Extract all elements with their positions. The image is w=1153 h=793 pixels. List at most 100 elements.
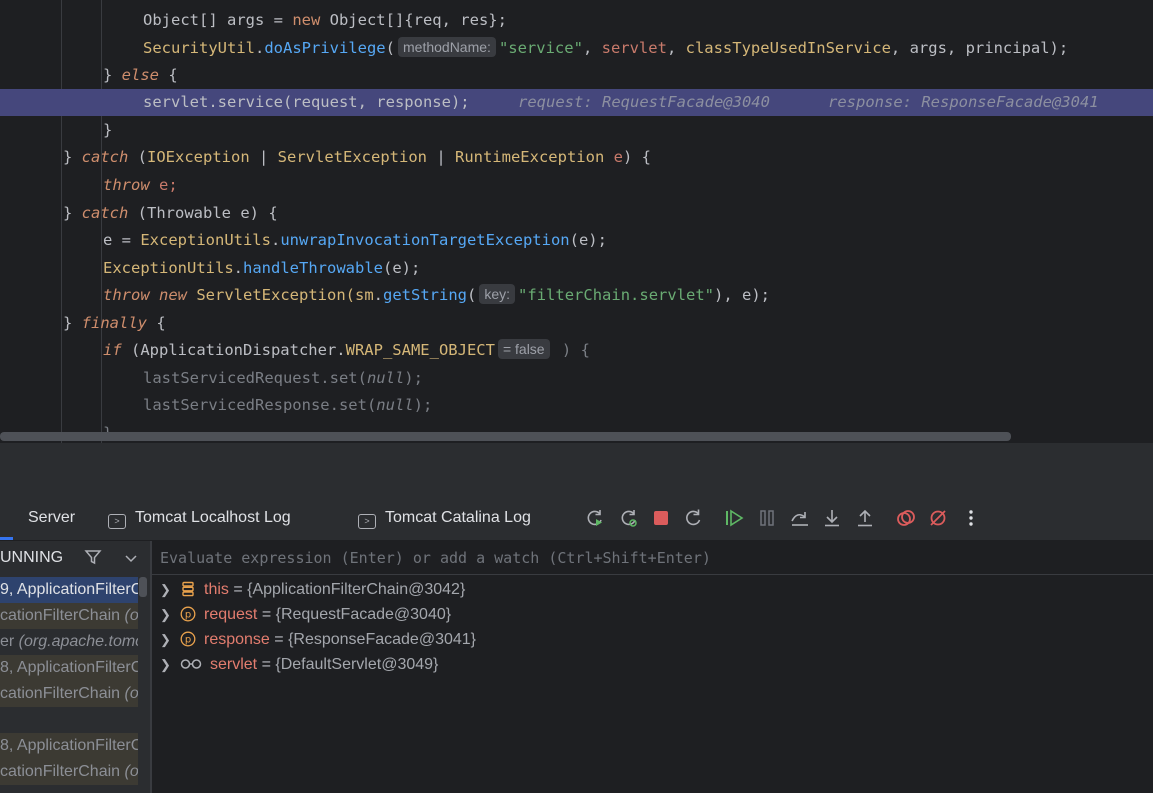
rerun-debug-icon[interactable] bbox=[617, 506, 641, 530]
more-icon[interactable] bbox=[959, 506, 983, 530]
chevron-down-icon[interactable] bbox=[124, 549, 138, 572]
code-text: { bbox=[147, 314, 166, 332]
code-keyword: new bbox=[159, 286, 188, 304]
code-class: SecurityUtil bbox=[143, 39, 255, 57]
filter-icon[interactable] bbox=[84, 548, 102, 571]
code-text: . bbox=[254, 39, 265, 57]
code-text: | bbox=[249, 148, 278, 166]
code-line[interactable]: } catch (IOException | ServletException … bbox=[0, 144, 1153, 171]
thread-selector[interactable]: UNNING bbox=[0, 541, 150, 575]
tab-label: Server bbox=[28, 509, 76, 526]
code-text: } bbox=[103, 121, 113, 139]
code-type: RuntimeException bbox=[454, 148, 605, 166]
code-editor[interactable]: Object[] args = new Object[]{req, res}; … bbox=[0, 0, 1153, 443]
rerun-icon[interactable] bbox=[583, 506, 607, 530]
code-text: ( bbox=[385, 39, 395, 57]
code-line[interactable]: SecurityUtil.doAsPrivilege(methodName: "s… bbox=[0, 35, 1153, 62]
frames-scrollbar[interactable] bbox=[139, 577, 147, 597]
stop-icon[interactable] bbox=[649, 506, 673, 530]
view-breakpoints-icon[interactable] bbox=[894, 506, 918, 530]
code-text: ( bbox=[467, 286, 477, 304]
frame-label: er bbox=[0, 633, 19, 650]
frame-label: cationFilterChain bbox=[0, 763, 125, 780]
code-line[interactable]: Object[] args = new Object[]{req, res}; bbox=[0, 7, 1153, 34]
code-type: ServletException bbox=[277, 148, 427, 166]
field-stack-icon bbox=[180, 580, 196, 597]
resume-icon[interactable] bbox=[722, 506, 746, 530]
frame-label: 9, ApplicationFilterC bbox=[0, 581, 138, 598]
tab-tomcat-localhost-log[interactable]: > Tomcat Localhost Log bbox=[108, 496, 291, 540]
variable-row-this[interactable]: ❯ this = {ApplicationFilterChain@3042} bbox=[152, 577, 465, 602]
chevron-right-icon[interactable]: ❯ bbox=[160, 602, 172, 627]
code-text: e = bbox=[103, 231, 141, 249]
variable-equals: = bbox=[228, 581, 248, 598]
chevron-right-icon[interactable]: ❯ bbox=[160, 652, 172, 677]
code-line[interactable]: throw new ServletException(sm.getString(… bbox=[0, 282, 1153, 309]
frame-package: (o bbox=[124, 607, 139, 624]
stack-frame[interactable]: 8, ApplicationFilterC bbox=[0, 655, 138, 681]
code-keyword: catch bbox=[81, 204, 129, 222]
restart-icon[interactable] bbox=[681, 506, 705, 530]
code-line[interactable]: lastServicedRequest.set(null); bbox=[0, 365, 1153, 392]
code-text: ) { bbox=[622, 148, 651, 166]
code-text: ); bbox=[404, 369, 423, 387]
variable-row-request[interactable]: ❯ p request = {RequestFacade@3040} bbox=[152, 602, 451, 627]
pause-icon[interactable] bbox=[755, 506, 779, 530]
debug-toolbar: Server > Tomcat Localhost Log > Tomcat Cat… bbox=[0, 496, 1153, 541]
variable-equals: = bbox=[257, 656, 276, 673]
code-text: } bbox=[63, 314, 82, 332]
code-text: (Throwable e) { bbox=[128, 204, 278, 222]
variable-name: servlet bbox=[210, 656, 258, 673]
code-line[interactable]: if (ApplicationDispatcher.WRAP_SAME_OBJE… bbox=[0, 337, 1153, 364]
code-text: . bbox=[233, 259, 243, 277]
stack-frame[interactable]: 8, ApplicationFilterC bbox=[0, 733, 138, 759]
svg-text:p: p bbox=[185, 635, 191, 646]
step-out-icon[interactable] bbox=[853, 506, 877, 530]
code-line[interactable]: } catch (Throwable e) { bbox=[0, 200, 1153, 227]
code-line[interactable]: throw e; bbox=[0, 172, 1153, 199]
code-text: | bbox=[426, 148, 455, 166]
stack-frame[interactable]: er (org.apache.tomc bbox=[0, 629, 138, 655]
stack-frame[interactable] bbox=[0, 707, 138, 733]
horizontal-scrollbar[interactable] bbox=[0, 432, 1011, 441]
step-into-icon[interactable] bbox=[820, 506, 844, 530]
variables-panel: Evaluate expression (Enter) or add a wat… bbox=[152, 541, 1153, 793]
mute-breakpoints-icon[interactable] bbox=[926, 506, 950, 530]
code-keyword: else bbox=[121, 66, 159, 84]
chevron-right-icon[interactable]: ❯ bbox=[160, 627, 172, 652]
code-text: , bbox=[582, 39, 602, 57]
code-line[interactable]: } bbox=[0, 117, 1153, 144]
code-line[interactable]: } else { bbox=[0, 62, 1153, 89]
code-text: } bbox=[103, 66, 122, 84]
execution-point-line[interactable]: servlet.service(request, response); reque… bbox=[0, 89, 1153, 116]
evaluate-expression-input[interactable]: Evaluate expression (Enter) or add a wat… bbox=[152, 541, 1153, 575]
frame-label: cationFilterChain bbox=[0, 607, 125, 624]
code-type: IOException bbox=[147, 148, 250, 166]
code-line[interactable]: lastServicedResponse.set(null); bbox=[0, 392, 1153, 419]
code-method: unwrapInvocationTargetException bbox=[280, 231, 570, 249]
stack-frame[interactable]: cationFilterChain (o bbox=[0, 681, 138, 707]
chevron-right-icon[interactable]: ❯ bbox=[160, 577, 172, 602]
code-line[interactable]: } finally { bbox=[0, 310, 1153, 337]
code-text: Object[] args = bbox=[143, 11, 293, 29]
code-variable: e; bbox=[149, 176, 178, 194]
tab-server[interactable]: Server bbox=[28, 496, 75, 540]
tab-tomcat-catalina-log[interactable]: > Tomcat Catalina Log bbox=[358, 496, 531, 540]
code-text: , bbox=[666, 39, 686, 57]
code-class: ServletException( bbox=[187, 286, 355, 304]
variable-row-response[interactable]: ❯ p response = {ResponseFacade@3041} bbox=[152, 627, 476, 652]
code-line[interactable]: e = ExceptionUtils.unwrapInvocationTarge… bbox=[0, 227, 1153, 254]
tab-label: Tomcat Localhost Log bbox=[135, 509, 291, 526]
stack-frame[interactable]: cationFilterChain (o bbox=[0, 603, 138, 629]
stack-frame[interactable]: 9, ApplicationFilterC bbox=[0, 577, 138, 603]
code-text: (ApplicationDispatcher. bbox=[121, 341, 346, 359]
variable-row-servlet[interactable]: ❯ servlet = {DefaultServlet@3049} bbox=[152, 652, 438, 677]
code-text: servlet.service(request, response); bbox=[143, 93, 470, 111]
code-line[interactable]: ExceptionUtils.handleThrowable(e); bbox=[0, 255, 1153, 282]
thread-status: UNNING bbox=[0, 549, 64, 566]
stack-frame[interactable]: cationFilterChain (o bbox=[0, 759, 138, 785]
step-over-icon[interactable] bbox=[788, 506, 812, 530]
code-variable: classTypeUsedInService bbox=[685, 39, 891, 57]
code-variable: e bbox=[604, 148, 623, 166]
